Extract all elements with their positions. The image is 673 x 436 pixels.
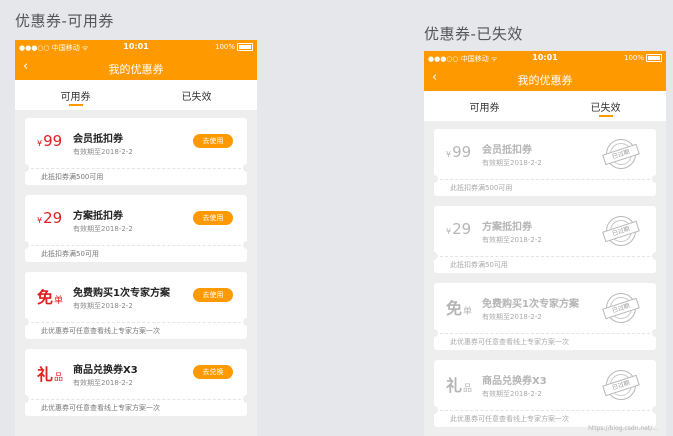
screen-title-expired: 优惠券-已失效: [424, 25, 523, 43]
coupon-type-glyph: 礼品: [446, 376, 473, 395]
coupon-card: ¥99 会员抵扣券 有效期至2018-2-2 去使用 此抵扣券满500可用: [21, 118, 251, 185]
expired-stamp-icon: 已过期: [602, 216, 640, 246]
coupon-expiry: 有效期至2018-2-2: [482, 236, 542, 244]
coupon-name: 免费购买1次专家方案: [73, 288, 170, 299]
coupon-expiry: 有效期至2018-2-2: [73, 302, 133, 310]
battery-icon: [237, 43, 253, 51]
coupon-type-glyph: 免单: [446, 299, 473, 318]
tab-available[interactable]: 可用券: [424, 91, 545, 121]
tab-expired[interactable]: 已失效: [545, 91, 666, 121]
coupon-name: 商品兑换券X3: [73, 365, 138, 376]
phone-available: ●●●○○ 中国移动 ᯤ 10:01 100% ‹ 我的优惠券 可用券 已失效 …: [15, 40, 257, 436]
use-coupon-button[interactable]: 去使用: [193, 134, 233, 148]
coupon-card-expired: ¥29 方案抵扣券 有效期至2018-2-2 已过期 此抵扣券满50可用: [430, 206, 660, 273]
screen-title-available: 优惠券-可用券: [15, 12, 114, 30]
coupon-card-expired: 免单 免费购买1次专家方案 有效期至2018-2-2 已过期 此优惠券可任意查看…: [430, 283, 660, 350]
coupon-amount: ¥29: [37, 209, 63, 227]
coupon-desc: 此抵扣券满50可用: [41, 250, 99, 258]
use-coupon-button[interactable]: 去使用: [193, 211, 233, 225]
coupon-desc: 此优惠券可任意查看线上专家方案一次: [450, 338, 569, 346]
battery-icon: [646, 54, 662, 62]
coupon-amount: ¥29: [446, 220, 472, 238]
coupon-name: 方案抵扣券: [73, 211, 123, 222]
nav-bar: ‹ 我的优惠券: [424, 65, 666, 91]
coupon-name: 会员抵扣券: [73, 134, 123, 145]
coupon-expiry: 有效期至2018-2-2: [482, 313, 542, 321]
status-bar: ●●●○○ 中国移动 ᯤ 10:01 100%: [15, 40, 257, 54]
tab-expired[interactable]: 已失效: [136, 80, 257, 110]
tab-available[interactable]: 可用券: [15, 80, 136, 110]
coupon-card: 免单 免费购买1次专家方案 有效期至2018-2-2 去使用 此优惠券可任意查看…: [21, 272, 251, 339]
coupon-expiry: 有效期至2018-2-2: [482, 159, 542, 167]
coupon-expiry: 有效期至2018-2-2: [482, 390, 542, 398]
tab-bar: 可用券 已失效: [15, 80, 257, 110]
coupon-desc: 此优惠券可任意查看线上专家方案一次: [41, 327, 160, 335]
coupon-type-glyph: 礼品: [37, 365, 64, 384]
coupon-list: ¥99 会员抵扣券 有效期至2018-2-2 已过期 此抵扣券满500可用 ¥2…: [424, 121, 666, 427]
coupon-type-glyph: 免单: [37, 288, 64, 307]
coupon-expiry: 有效期至2018-2-2: [73, 225, 133, 233]
use-coupon-button[interactable]: 去使用: [193, 288, 233, 302]
battery-indicator: 100%: [624, 54, 662, 62]
coupon-desc: 此优惠券可任意查看线上专家方案一次: [450, 415, 569, 423]
coupon-name: 会员抵扣券: [482, 145, 532, 156]
coupon-list: ¥99 会员抵扣券 有效期至2018-2-2 去使用 此抵扣券满500可用 ¥2…: [15, 110, 257, 416]
page-title: 我的优惠券: [108, 63, 164, 76]
nav-bar: ‹ 我的优惠券: [15, 54, 257, 80]
coupon-expiry: 有效期至2018-2-2: [73, 148, 133, 156]
coupon-amount: ¥99: [446, 143, 472, 161]
phone-expired: ●●●○○ 中国移动 ᯤ 10:01 100% ‹ 我的优惠券 可用券 已失效 …: [424, 51, 666, 436]
coupon-desc: 此抵扣券满500可用: [450, 184, 513, 192]
expired-stamp-icon: 已过期: [602, 370, 640, 400]
tab-bar: 可用券 已失效: [424, 91, 666, 121]
coupon-desc: 此抵扣券满500可用: [41, 173, 104, 181]
page-title: 我的优惠券: [517, 74, 573, 87]
expired-stamp-icon: 已过期: [602, 139, 640, 169]
coupon-card: ¥29 方案抵扣券 有效期至2018-2-2 去使用 此抵扣券满50可用: [21, 195, 251, 262]
coupon-card: 礼品 商品兑换券X3 有效期至2018-2-2 去兑换 此优惠券可任意查看线上专…: [21, 349, 251, 416]
coupon-expiry: 有效期至2018-2-2: [73, 379, 133, 387]
battery-percent: 100%: [623, 54, 644, 62]
status-bar: ●●●○○ 中国移动 ᯤ 10:01 100%: [424, 51, 666, 65]
redeem-button[interactable]: 去兑换: [193, 365, 233, 379]
coupon-card-expired: ¥99 会员抵扣券 有效期至2018-2-2 已过期 此抵扣券满500可用: [430, 129, 660, 196]
coupon-desc: 此优惠券可任意查看线上专家方案一次: [41, 404, 160, 412]
coupon-name: 免费购买1次专家方案: [482, 299, 579, 310]
expired-stamp-icon: 已过期: [602, 293, 640, 323]
coupon-name: 方案抵扣券: [482, 222, 532, 233]
battery-percent: 100%: [214, 43, 235, 51]
coupon-name: 商品兑换券X3: [482, 376, 547, 387]
battery-indicator: 100%: [215, 43, 253, 51]
coupon-amount: ¥99: [37, 132, 63, 150]
coupon-desc: 此抵扣券满50可用: [450, 261, 508, 269]
watermark: https://blog.csdn.net/...: [588, 425, 658, 432]
coupon-card-expired: 礼品 商品兑换券X3 有效期至2018-2-2 已过期 此优惠券可任意查看线上专…: [430, 360, 660, 427]
